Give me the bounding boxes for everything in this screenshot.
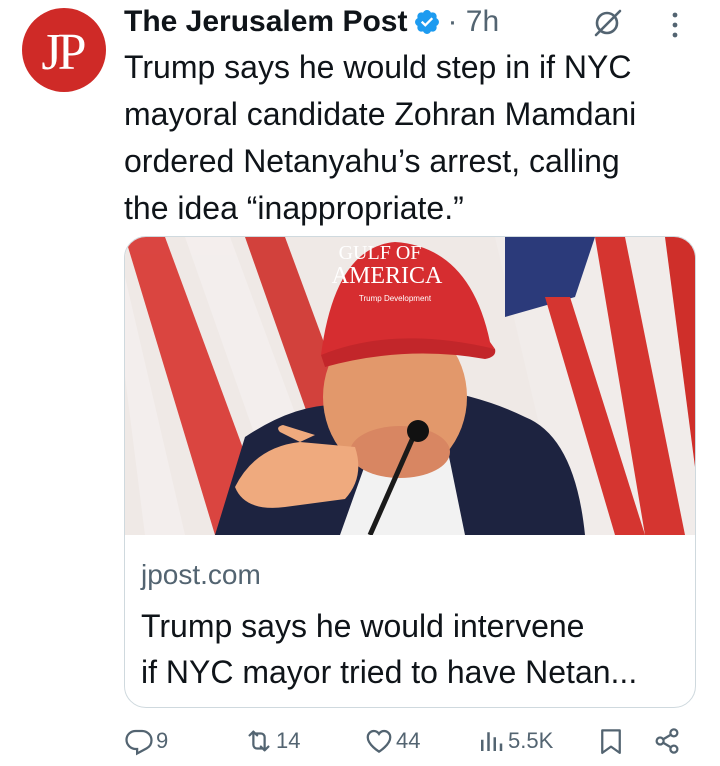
repost-icon <box>248 730 270 752</box>
tweet-header: The Jerusalem Post · 7h <box>124 2 499 42</box>
card-domain[interactable]: jpost.com <box>141 559 261 591</box>
like-icon <box>366 729 392 753</box>
reply-button[interactable]: 9 <box>124 726 168 756</box>
views-button[interactable]: 5.5K <box>476 726 553 756</box>
share-button[interactable] <box>652 726 682 756</box>
like-button[interactable]: 44 <box>364 726 420 756</box>
views-icon <box>481 732 503 751</box>
avatar[interactable]: JP <box>22 8 106 92</box>
hat-text-line2: AMERICA <box>332 263 443 289</box>
grok-icon[interactable] <box>590 8 626 38</box>
hat-text-line1: GULF OF <box>339 242 422 264</box>
like-count: 44 <box>396 728 421 753</box>
account-name[interactable]: The Jerusalem Post <box>124 5 407 39</box>
repost-button[interactable]: 14 <box>244 726 300 756</box>
views-count: 5.5K <box>508 728 554 753</box>
repost-count: 14 <box>276 728 301 753</box>
bookmark-icon <box>601 729 621 754</box>
card-title[interactable]: Trump says he would intervene if NYC may… <box>141 603 681 695</box>
card-image: GULF OF AMERICA Trump Development <box>125 237 695 535</box>
reply-count: 9 <box>156 728 169 753</box>
hat-text-small: Trump Development <box>359 294 432 303</box>
link-card[interactable]: GULF OF AMERICA Trump Development jpost.… <box>124 236 696 708</box>
bookmark-button[interactable] <box>596 726 626 756</box>
share-icon <box>655 728 679 754</box>
avatar-logo: JP <box>41 23 86 81</box>
post-time[interactable]: · 7h <box>447 5 499 39</box>
more-icon[interactable] <box>668 10 682 40</box>
verified-badge-icon <box>413 8 441 36</box>
tweet-text: Trump says he would step in if NYC mayor… <box>124 49 637 226</box>
reply-icon <box>125 729 153 756</box>
action-bar: 9 14 44 5.5K <box>124 726 694 766</box>
